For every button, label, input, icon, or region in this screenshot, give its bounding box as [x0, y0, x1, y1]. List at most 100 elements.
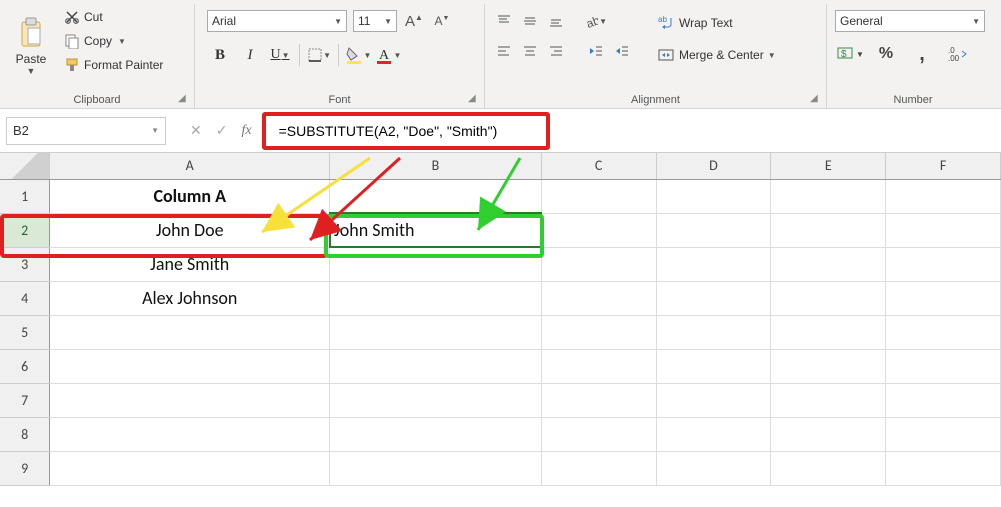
cell-E1[interactable]	[771, 179, 886, 213]
cell-E5[interactable]	[771, 315, 886, 349]
decrease-indent-button[interactable]	[585, 40, 607, 62]
cell-A3[interactable]: Jane Smith	[50, 247, 330, 281]
cancel-icon[interactable]: ✕	[190, 122, 202, 139]
cell-F8[interactable]	[886, 417, 1001, 451]
cell-E7[interactable]	[771, 383, 886, 417]
accounting-format-button[interactable]: $ ▼	[835, 42, 865, 66]
bold-button[interactable]: B	[207, 42, 233, 68]
cell-C4[interactable]	[541, 281, 656, 315]
dialog-launcher-icon[interactable]: ◢	[468, 94, 480, 106]
cell-B1[interactable]	[330, 179, 542, 213]
cell-A8[interactable]	[50, 417, 330, 451]
row-header[interactable]: 8	[0, 417, 50, 451]
borders-button[interactable]: ▼	[306, 42, 332, 68]
align-top-button[interactable]	[493, 10, 515, 32]
orientation-button[interactable]: ab▼	[585, 10, 607, 32]
column-header[interactable]: D	[656, 153, 771, 179]
cell-E9[interactable]	[771, 451, 886, 485]
font-name-combo[interactable]: Arial ▼	[207, 10, 347, 32]
align-right-button[interactable]	[545, 40, 567, 62]
cell-D7[interactable]	[656, 383, 771, 417]
column-header[interactable]: A	[50, 153, 330, 179]
row-header[interactable]: 7	[0, 383, 50, 417]
cell-D2[interactable]	[656, 213, 771, 247]
comma-button[interactable]: ,	[907, 42, 937, 66]
increase-indent-button[interactable]	[611, 40, 633, 62]
cell-E3[interactable]	[771, 247, 886, 281]
cell-A5[interactable]	[50, 315, 330, 349]
cell-A9[interactable]	[50, 451, 330, 485]
column-header[interactable]: B	[330, 153, 542, 179]
cell-F9[interactable]	[886, 451, 1001, 485]
dialog-launcher-icon[interactable]: ◢	[178, 94, 190, 106]
increase-decimal-button[interactable]: .0.00	[943, 42, 973, 66]
font-size-combo[interactable]: 11 ▼	[353, 10, 397, 32]
cell-E4[interactable]	[771, 281, 886, 315]
cell-F6[interactable]	[886, 349, 1001, 383]
cell-C1[interactable]	[541, 179, 656, 213]
cell-C7[interactable]	[541, 383, 656, 417]
fx-icon[interactable]: fx	[241, 123, 251, 139]
cell-D4[interactable]	[656, 281, 771, 315]
copy-button[interactable]: Copy ▼	[60, 30, 167, 52]
cell-B5[interactable]	[330, 315, 542, 349]
cell-D9[interactable]	[656, 451, 771, 485]
row-header[interactable]: 9	[0, 451, 50, 485]
cell-C6[interactable]	[541, 349, 656, 383]
select-all-button[interactable]	[0, 153, 50, 179]
cell-B9[interactable]	[330, 451, 542, 485]
cell-D6[interactable]	[656, 349, 771, 383]
cell-A2[interactable]: John Doe	[50, 213, 330, 247]
italic-button[interactable]: I	[237, 42, 263, 68]
number-format-combo[interactable]: General ▼	[835, 10, 985, 32]
cell-B3[interactable]	[330, 247, 542, 281]
row-header[interactable]: 2	[0, 213, 50, 247]
fill-color-button[interactable]: ▼	[345, 42, 371, 68]
cell-C8[interactable]	[541, 417, 656, 451]
merge-center-button[interactable]: Merge & Center ▼	[651, 42, 782, 68]
cell-D5[interactable]	[656, 315, 771, 349]
cell-B7[interactable]	[330, 383, 542, 417]
increase-font-button[interactable]: A▲	[403, 10, 425, 32]
font-color-button[interactable]: A ▼	[375, 42, 401, 68]
underline-button[interactable]: U▼	[267, 42, 293, 68]
row-header[interactable]: 6	[0, 349, 50, 383]
cell-E2[interactable]	[771, 213, 886, 247]
cell-F2[interactable]	[886, 213, 1001, 247]
cell-C2[interactable]	[541, 213, 656, 247]
cell-D8[interactable]	[656, 417, 771, 451]
dialog-launcher-icon[interactable]: ◢	[810, 94, 822, 106]
percent-button[interactable]: %	[871, 42, 901, 66]
cell-E8[interactable]	[771, 417, 886, 451]
cell-F1[interactable]	[886, 179, 1001, 213]
name-box[interactable]: B2 ▼	[6, 117, 166, 145]
cell-B8[interactable]	[330, 417, 542, 451]
cell-C5[interactable]	[541, 315, 656, 349]
align-bottom-button[interactable]	[545, 10, 567, 32]
row-header[interactable]: 3	[0, 247, 50, 281]
cell-A4[interactable]: Alex Johnson	[50, 281, 330, 315]
cell-B4[interactable]	[330, 281, 542, 315]
cell-A6[interactable]	[50, 349, 330, 383]
cell-E6[interactable]	[771, 349, 886, 383]
cell-C9[interactable]	[541, 451, 656, 485]
formula-input[interactable]	[270, 117, 1001, 145]
column-header[interactable]: E	[771, 153, 886, 179]
cell-D3[interactable]	[656, 247, 771, 281]
cell-F7[interactable]	[886, 383, 1001, 417]
column-header[interactable]: F	[886, 153, 1001, 179]
cell-F4[interactable]	[886, 281, 1001, 315]
column-header[interactable]: C	[541, 153, 656, 179]
format-painter-button[interactable]: Format Painter	[60, 54, 167, 76]
cell-D1[interactable]	[656, 179, 771, 213]
cell-F3[interactable]	[886, 247, 1001, 281]
wrap-text-button[interactable]: ab Wrap Text	[651, 10, 782, 36]
align-left-button[interactable]	[493, 40, 515, 62]
cut-button[interactable]: Cut	[60, 6, 167, 28]
cell-B6[interactable]	[330, 349, 542, 383]
row-header[interactable]: 4	[0, 281, 50, 315]
cell-B2[interactable]: John Smith	[330, 213, 542, 247]
cell-A1[interactable]: Column A	[50, 179, 330, 213]
cell-C3[interactable]	[541, 247, 656, 281]
cell-A7[interactable]	[50, 383, 330, 417]
